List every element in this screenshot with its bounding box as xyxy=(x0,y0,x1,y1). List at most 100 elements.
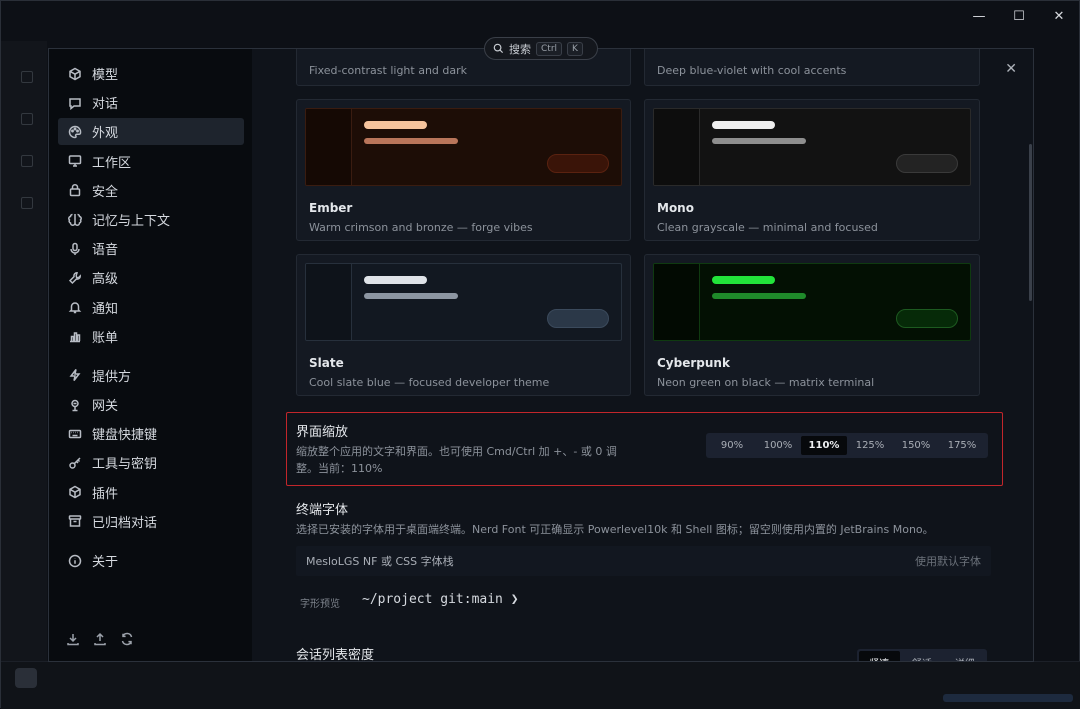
bg-icon xyxy=(21,197,33,209)
theme-preview xyxy=(305,263,622,341)
sidebar-item-info[interactable]: 关于 xyxy=(58,547,244,574)
nav-divider xyxy=(49,537,252,547)
theme-card-partial[interactable]: Deep blue-violet with cool accents xyxy=(644,49,980,86)
theme-card-slate[interactable]: Slate Cool slate blue — focused developer… xyxy=(296,254,631,396)
sidebar-item-label: 模型 xyxy=(92,68,119,83)
sidebar-item-label: 网关 xyxy=(92,399,119,415)
nav-divider xyxy=(49,352,252,362)
sidebar-item-keyboard[interactable]: 键盘快捷键 xyxy=(58,420,244,447)
sidebar-item-label: 通知 xyxy=(92,301,119,317)
sidebar-item-plugin[interactable]: 插件 xyxy=(58,479,244,506)
gateway-icon xyxy=(71,399,79,411)
maximize-button[interactable]: ☐ xyxy=(999,5,1039,27)
theme-card-ember[interactable]: Ember Warm crimson and bronze — forge vib… xyxy=(296,99,631,241)
use-default-font-button[interactable]: 使用默认字体 xyxy=(915,553,981,569)
theme-preview xyxy=(305,108,622,186)
density-option[interactable]: 舒适 xyxy=(902,651,943,661)
sidebar-item-palette[interactable]: 外观 xyxy=(58,118,244,146)
zoom-option[interactable]: 125% xyxy=(847,436,893,455)
sidebar-item-label: 已归档对话 xyxy=(92,515,158,531)
sidebar-item-archive[interactable]: 已归档对话 xyxy=(58,508,244,535)
terminal-font-title: 终端字体 xyxy=(296,503,349,518)
background-statusbar xyxy=(1,661,1080,709)
preview-sidebar xyxy=(306,109,352,185)
preview-title-bar xyxy=(364,276,427,284)
sidebar-item-key[interactable]: 工具与密钥 xyxy=(58,449,244,476)
sidebar-item-chart[interactable]: 账单 xyxy=(58,323,244,350)
sidebar-item-label: 安全 xyxy=(92,184,119,200)
theme-description: Deep blue-violet with cool accents xyxy=(657,64,847,77)
chat-icon xyxy=(69,97,81,110)
sidebar-item-label: 关于 xyxy=(92,555,119,570)
brain-icon xyxy=(68,214,82,227)
archive-icon xyxy=(68,515,82,528)
sidebar-item-label: 提供方 xyxy=(92,369,132,385)
sidebar-item-gateway[interactable]: 网关 xyxy=(58,391,244,418)
theme-description: Warm crimson and bronze — forge vibes xyxy=(309,221,533,234)
theme-card-cyberpunk[interactable]: Cyberpunk Neon green on black — matrix te… xyxy=(644,254,980,396)
shortcut-key: K xyxy=(567,41,583,56)
zoom-option[interactable]: 175% xyxy=(939,436,985,455)
sidebar-item-monitor[interactable]: 工作区 xyxy=(58,148,244,175)
sidebar-item-label: 高级 xyxy=(92,272,119,288)
settings-nav: 模型对话外观工作区安全记忆与上下文语音高级通知账单提供方网关键盘快捷键工具与密钥… xyxy=(49,49,252,574)
sidebar-item-label: 语音 xyxy=(92,243,119,259)
sidebar-item-bell[interactable]: 通知 xyxy=(58,294,244,321)
window-close-button[interactable]: ✕ xyxy=(1039,5,1079,27)
theme-preview xyxy=(653,263,971,341)
zoom-option[interactable]: 110% xyxy=(801,436,847,455)
preview-text-bar xyxy=(364,138,458,144)
theme-name: Cyberpunk xyxy=(657,356,730,370)
sidebar-item-label: 对话 xyxy=(92,97,119,113)
sidebar-item-label: 工具与密钥 xyxy=(92,457,158,473)
zoom-description: 缩放整个应用的文字和界面。也可使用 Cmd/Ctrl 加 +、- 或 0 调整。… xyxy=(296,445,617,475)
search-icon xyxy=(493,43,504,54)
zoom-option[interactable]: 100% xyxy=(755,436,801,455)
sidebar-item-label: 外观 xyxy=(92,126,119,142)
preview-button xyxy=(896,154,958,173)
preview-sidebar xyxy=(654,264,700,340)
glyph-preview-label: 字形预览 xyxy=(300,599,340,610)
sidebar-footer xyxy=(66,632,134,646)
sync-icon[interactable] xyxy=(120,632,134,646)
theme-description: Neon green on black — matrix terminal xyxy=(657,376,875,389)
sidebar-item-bolt[interactable]: 提供方 xyxy=(58,362,244,389)
status-indicator xyxy=(943,694,1073,702)
monitor-icon xyxy=(68,155,82,167)
export-icon[interactable] xyxy=(93,632,107,646)
minimize-button[interactable]: — xyxy=(959,5,999,27)
bolt-icon xyxy=(69,369,81,382)
cube-icon xyxy=(69,67,81,80)
app-window: — ☐ ✕ 搜索 Ctrl K 模型对话外观工作区安全记忆与上下文语音高级通知账… xyxy=(0,0,1080,709)
sidebar-item-lock[interactable]: 安全 xyxy=(58,177,244,204)
home-icon[interactable] xyxy=(15,668,37,688)
lock-icon xyxy=(69,184,81,197)
mic-icon xyxy=(70,242,80,255)
appearance-panel: Fixed-contrast light and dark Deep blue-… xyxy=(252,49,1033,661)
preview-button xyxy=(896,309,958,328)
theme-description: Fixed-contrast light and dark xyxy=(309,64,468,77)
settings-dialog: 模型对话外观工作区安全记忆与上下文语音高级通知账单提供方网关键盘快捷键工具与密钥… xyxy=(48,48,1034,662)
preview-text-bar xyxy=(712,138,806,144)
theme-card-mono[interactable]: Mono Clean grayscale — minimal and focuse… xyxy=(644,99,980,241)
zoom-option[interactable]: 150% xyxy=(893,436,939,455)
preview-title-bar xyxy=(712,121,775,129)
sidebar-item-label: 键盘快捷键 xyxy=(92,428,158,444)
sidebar-item-cube[interactable]: 模型 xyxy=(58,60,244,87)
import-icon[interactable] xyxy=(66,632,80,646)
ui-zoom-section: 界面缩放 缩放整个应用的文字和界面。也可使用 Cmd/Ctrl 加 +、- 或 … xyxy=(286,412,1003,486)
background-sidebar xyxy=(1,41,47,671)
search-bar[interactable]: 搜索 Ctrl K xyxy=(484,37,598,60)
key-icon xyxy=(69,457,81,469)
sidebar-item-wrench[interactable]: 高级 xyxy=(58,264,244,291)
zoom-option[interactable]: 90% xyxy=(709,436,755,455)
session-density-title: 会话列表密度 xyxy=(296,648,375,662)
sidebar-item-mic[interactable]: 语音 xyxy=(58,235,244,262)
sidebar-item-brain[interactable]: 记忆与上下文 xyxy=(58,206,244,233)
terminal-font-input[interactable]: MesloLGS NF 或 CSS 字体栈 使用默认字体 xyxy=(296,546,991,576)
density-option[interactable]: 详细 xyxy=(944,651,985,661)
sidebar-item-chat[interactable]: 对话 xyxy=(58,89,244,116)
chart-icon xyxy=(70,332,81,343)
density-option[interactable]: 紧凑 xyxy=(859,651,900,661)
preview-button xyxy=(547,309,609,328)
